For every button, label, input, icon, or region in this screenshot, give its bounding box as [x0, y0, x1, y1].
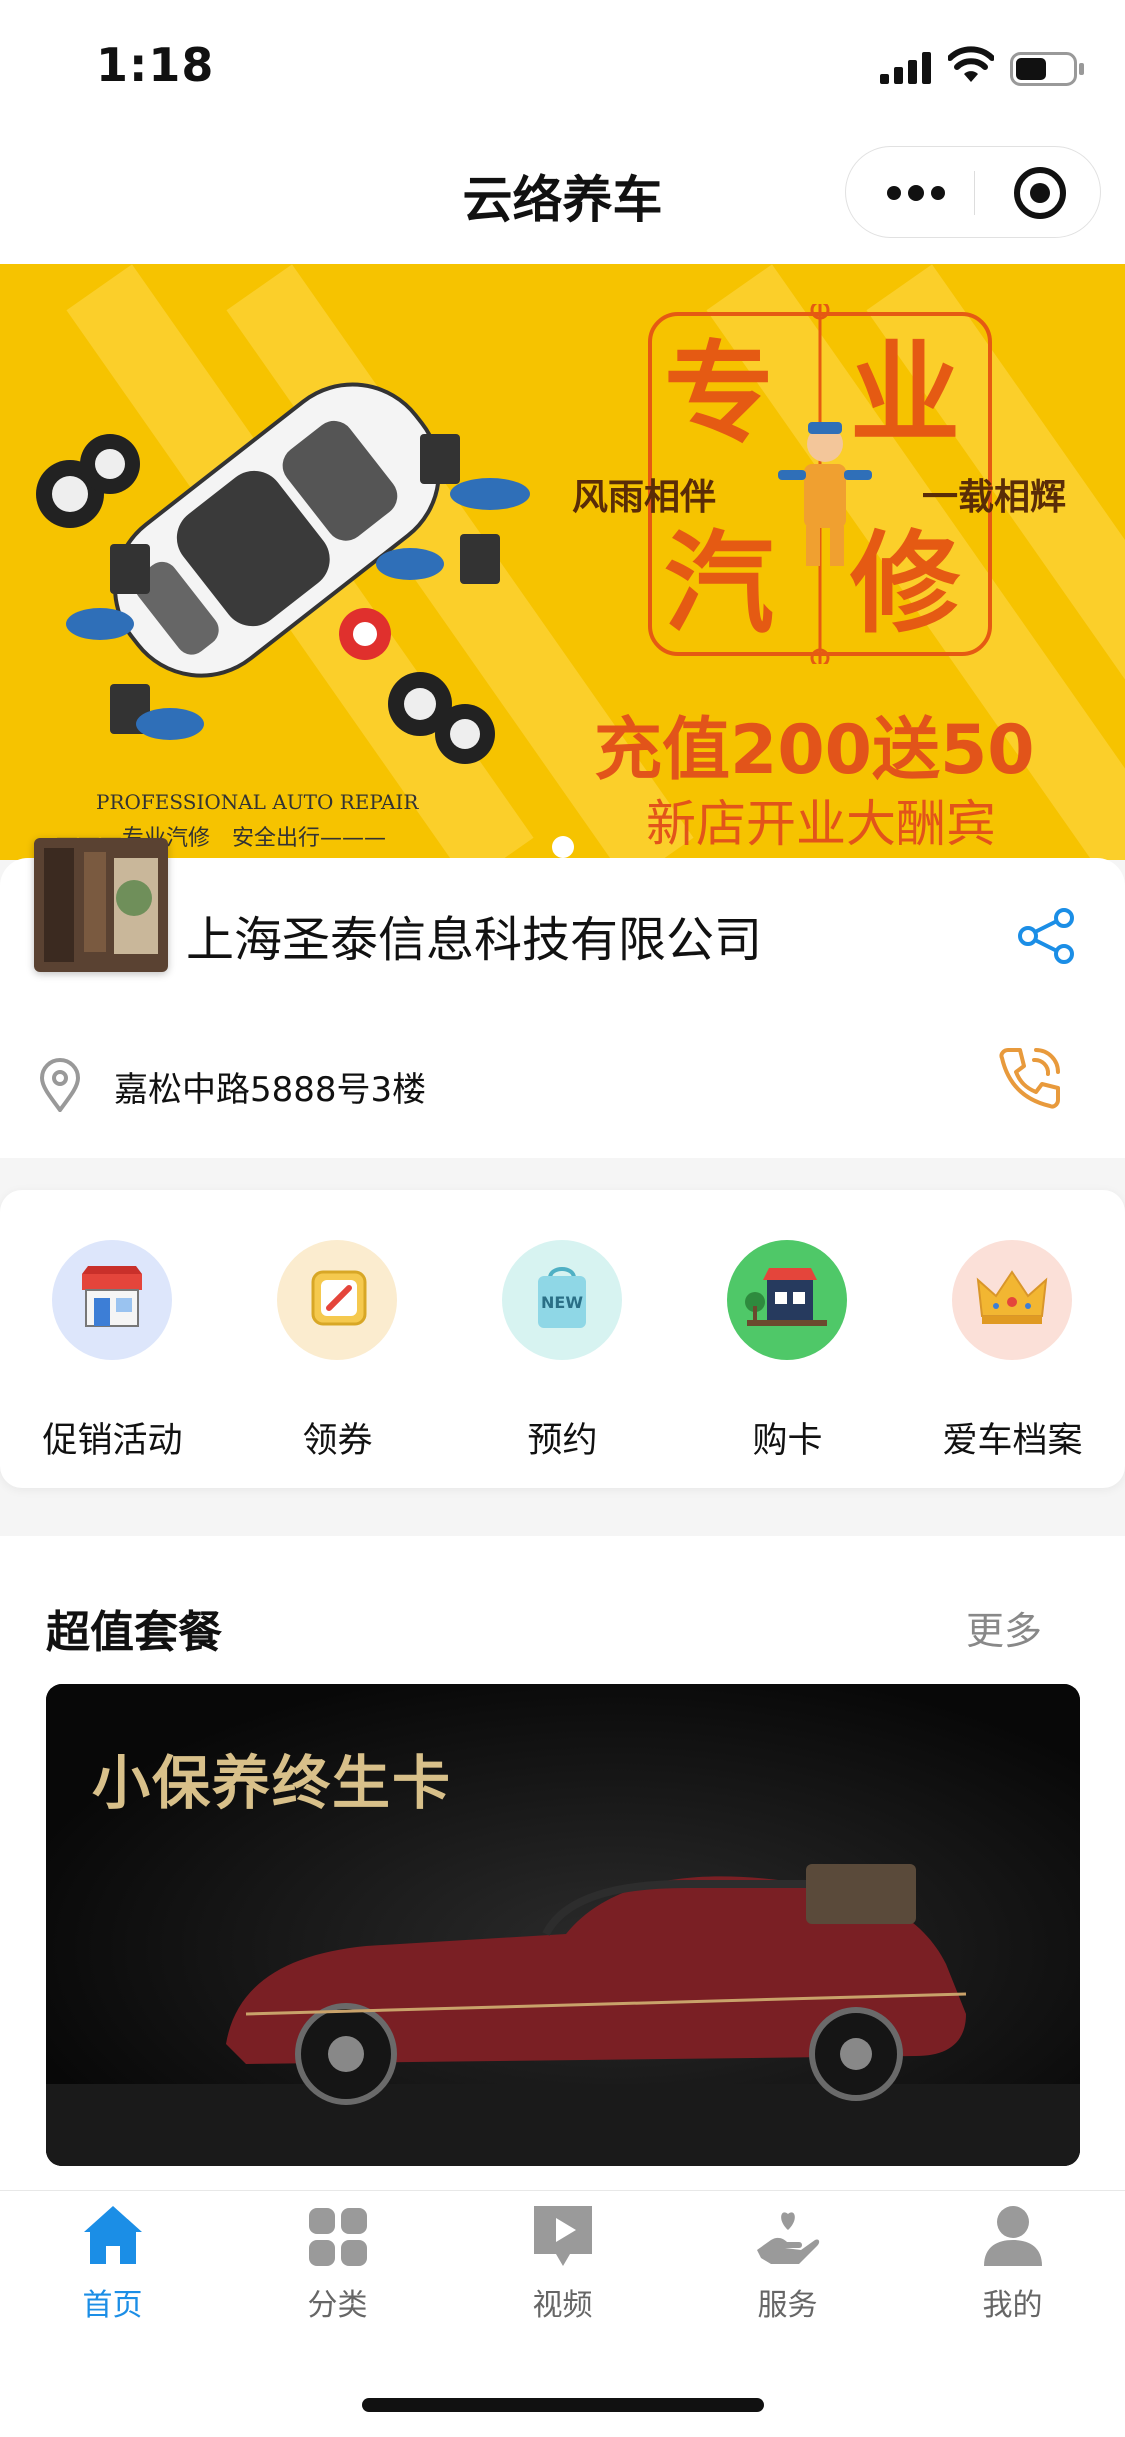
slogan-left: 风雨相伴	[572, 476, 717, 518]
tab-label: 首页	[82, 2288, 143, 2323]
tab-video[interactable]: 视频	[450, 2200, 675, 2330]
car-repair-illustration	[36, 382, 530, 764]
home-indicator	[362, 2398, 764, 2412]
menu-item-coupons[interactable]: 领券	[225, 1190, 450, 1488]
menu-item-booking[interactable]: NEW 预约	[450, 1190, 675, 1488]
store-address: 嘉松中路5888号3楼	[114, 1070, 427, 1110]
menu-item-label: 领券	[302, 1421, 373, 1461]
carousel-indicator	[552, 836, 574, 858]
menu-item-car-file[interactable]: 爱车档案	[900, 1190, 1125, 1488]
crown-icon	[976, 1270, 1048, 1324]
package-card-title: 小保养终生卡	[92, 1749, 453, 1817]
tab-home[interactable]: 首页	[0, 2200, 225, 2330]
tab-label: 分类	[307, 2288, 368, 2323]
wifi-icon	[948, 46, 994, 82]
share-icon[interactable]	[1016, 908, 1080, 964]
svg-text:NEW: NEW	[541, 1293, 583, 1312]
store-name: 上海圣泰信息科技有限公司	[186, 912, 763, 968]
more-link[interactable]: 更多	[966, 1600, 1042, 1655]
user-icon	[984, 2206, 1042, 2266]
capsule-divider	[974, 171, 975, 215]
shop-icon	[82, 1266, 142, 1327]
promo-headline: 充值200送50	[594, 711, 1035, 790]
promo-banner[interactable]: 专 业 汽 修 风雨相伴 一载相辉 充值200送50 新店开业大酬宾 PROFE…	[0, 264, 1125, 860]
more-icon[interactable]	[886, 185, 946, 201]
menu-icon-bg	[727, 1240, 847, 1360]
mechanic-illustration	[778, 422, 872, 566]
menu-item-label: 爱车档案	[942, 1421, 1083, 1461]
phone-icon[interactable]	[994, 1042, 1066, 1114]
grid-icon	[309, 2208, 367, 2266]
tab-label: 视频	[532, 2288, 593, 2323]
status-time: 1:18	[96, 38, 215, 92]
menu-icon-bg	[52, 1240, 172, 1360]
section-title: 超值套餐	[46, 1607, 222, 1658]
store-card-icon	[745, 1268, 827, 1326]
video-icon	[534, 2206, 592, 2266]
menu-item-label: 促销活动	[42, 1421, 183, 1461]
coupon-icon	[311, 1270, 367, 1326]
cellular-signal-icon	[880, 52, 931, 84]
menu-item-buy-card[interactable]: 购卡	[675, 1190, 900, 1488]
miniapp-capsule	[845, 146, 1101, 238]
service-icon	[757, 2212, 820, 2264]
menu-item-label: 预约	[527, 1421, 598, 1461]
store-thumbnail[interactable]	[34, 838, 168, 972]
tab-service[interactable]: 服务	[675, 2200, 900, 2330]
tab-label: 服务	[757, 2288, 818, 2323]
slogan-right: 一载相辉	[922, 476, 1067, 518]
promo-subline: 新店开业大酬宾	[646, 795, 996, 853]
close-miniapp-icon[interactable]	[1012, 165, 1068, 221]
pro-repair-text: PROFESSIONAL AUTO REPAIR	[96, 790, 419, 814]
tab-label: 我的	[982, 2288, 1043, 2323]
tab-mine[interactable]: 我的	[900, 2200, 1125, 2330]
menu-item-promotions[interactable]: 促销活动	[0, 1190, 225, 1488]
banner-char-1: 专	[664, 330, 774, 458]
home-icon	[84, 2206, 142, 2264]
menu-icon-bg	[952, 1240, 1072, 1360]
menu-icon-bg: NEW	[502, 1240, 622, 1360]
tab-category[interactable]: 分类	[225, 2200, 450, 2330]
menu-icon-bg	[277, 1240, 397, 1360]
new-bag-icon: NEW	[538, 1267, 586, 1328]
menu-item-label: 购卡	[752, 1421, 823, 1461]
location-pin-icon	[39, 1058, 81, 1112]
battery-icon	[1010, 52, 1084, 86]
